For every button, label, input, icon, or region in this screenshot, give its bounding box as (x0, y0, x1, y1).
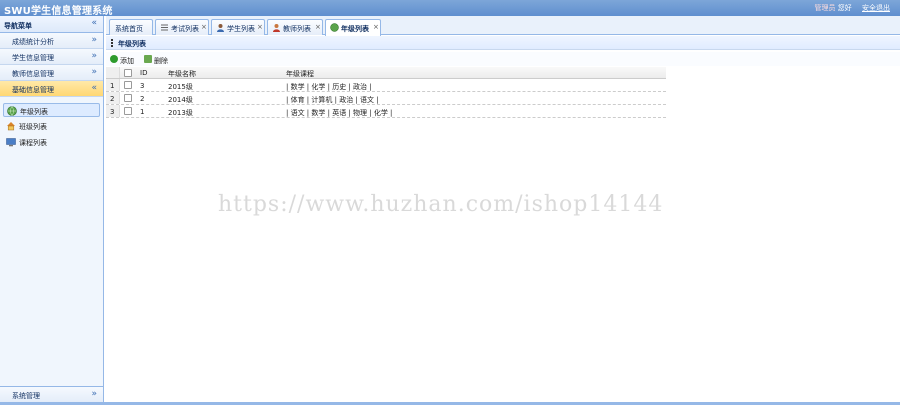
row-number-header (106, 67, 120, 78)
welcome-label: 您好 (837, 4, 852, 12)
tab-home[interactable]: 系统首页 (109, 19, 153, 35)
sidebar-item-label: 班级列表 (19, 123, 47, 131)
nav-panel-basic-info: 年级列表 班级列表 课程列表 (0, 97, 103, 149)
add-button[interactable]: 添加 (110, 54, 140, 65)
chevron-down-icon: » (91, 389, 97, 399)
column-header-name[interactable]: 年级名称 (168, 69, 196, 79)
tab-strip: 系统首页 考试列表 × 学生列表 × 教师列表 × 年级列表 × (106, 16, 900, 36)
row-checkbox[interactable] (124, 81, 132, 89)
row-number-text: 3 (110, 108, 115, 116)
watermark-text: https://www.huzhan.com/ishop14144 (218, 192, 664, 217)
top-header: SWU学生信息管理系统 管理员 您好 安全退出 (0, 0, 900, 17)
collapse-sidebar-icon[interactable]: « (91, 19, 97, 28)
nav-group-label: 基础信息管理 (12, 86, 54, 94)
tab-label: 教师列表 (283, 25, 311, 33)
row-number: 1 (106, 79, 120, 91)
logout-link[interactable]: 安全退出 (862, 4, 890, 12)
row-number-text: 1 (110, 82, 115, 90)
column-header-id[interactable]: ID (140, 69, 147, 77)
nav-group-label: 教师信息管理 (12, 70, 54, 78)
grid-toolbar: 添加 删除 (106, 52, 900, 66)
sidebar-item-label: 课程列表 (19, 139, 47, 147)
delete-button[interactable]: 删除 (144, 54, 174, 65)
admin-label: 管理员 (814, 4, 836, 12)
app-title: SWU学生信息管理系统 (4, 6, 113, 17)
user-area: 管理员 您好 安全退出 (815, 3, 890, 13)
tab-label: 学生列表 (227, 25, 255, 33)
house-icon (7, 122, 15, 131)
sidebar: 导航菜单 « 成绩统计分析 » 学生信息管理 » 教师信息管理 » 基础信息管理… (0, 16, 104, 402)
sidebar-header: 导航菜单 « (0, 16, 103, 33)
user-icon (217, 24, 224, 32)
cell-name: 2015级 (168, 83, 193, 91)
sidebar-item-course-list[interactable]: 课程列表 (3, 135, 100, 149)
tab-teacher-list[interactable]: 教师列表 × (267, 19, 323, 35)
cell-courses: | 语文 | 数学 | 英语 | 物理 | 化学 | (286, 109, 393, 117)
sidebar-item-class-list[interactable]: 班级列表 (3, 119, 100, 133)
chevron-down-icon: » (91, 35, 97, 45)
row-number-text: 2 (110, 95, 115, 103)
sidebar-title: 导航菜单 (4, 22, 32, 30)
list-icon (161, 24, 168, 31)
cell-id: 3 (140, 82, 145, 90)
globe-icon (330, 23, 339, 32)
panel-title: 年级列表 (118, 40, 146, 48)
table-row[interactable]: 2 2 2014级 | 体育 | 计算机 | 政治 | 语文 | (106, 92, 666, 105)
tab-label: 考试列表 (171, 25, 199, 33)
nav-group-teacher-info[interactable]: 教师信息管理 » (0, 65, 103, 81)
panel-header: 年级列表 (106, 36, 900, 50)
row-number: 2 (106, 92, 120, 104)
table-header-row: ID 年级名称 年级课程 (106, 67, 666, 79)
cell-courses: | 数学 | 化学 | 历史 | 政治 | (286, 83, 372, 91)
tab-label: 系统首页 (115, 25, 143, 33)
nav-group-label: 学生信息管理 (12, 54, 54, 62)
tab-label: 年级列表 (341, 25, 369, 33)
screen-icon (6, 138, 16, 147)
globe-icon (7, 106, 17, 116)
close-icon[interactable]: × (315, 23, 321, 31)
close-icon[interactable]: × (201, 23, 207, 31)
column-header-courses[interactable]: 年级课程 (286, 69, 314, 79)
grade-table: ID 年级名称 年级课程 1 3 2015级 | 数学 | 化学 | 历史 | … (106, 67, 666, 118)
sidebar-item-grade-list[interactable]: 年级列表 (3, 103, 100, 117)
row-number: 3 (106, 105, 120, 117)
nav-group-label: 成绩统计分析 (12, 38, 54, 46)
cell-name: 2013级 (168, 109, 193, 117)
nav-group-system-admin[interactable]: 系统管理 » (0, 386, 103, 402)
cell-id: 2 (140, 95, 145, 103)
cell-id: 1 (140, 108, 145, 116)
nav-group-score-stats[interactable]: 成绩统计分析 » (0, 33, 103, 49)
cell-name: 2014级 (168, 96, 193, 104)
plus-icon (110, 55, 118, 63)
table-row[interactable]: 3 1 2013级 | 语文 | 数学 | 英语 | 物理 | 化学 | (106, 105, 666, 118)
row-checkbox[interactable] (124, 107, 132, 115)
tab-student-list[interactable]: 学生列表 × (211, 19, 265, 35)
close-icon[interactable]: × (373, 23, 379, 31)
teacher-icon (273, 24, 280, 32)
chevron-down-icon: » (91, 51, 97, 61)
table-row[interactable]: 1 3 2015级 | 数学 | 化学 | 历史 | 政治 | (106, 79, 666, 92)
sidebar-item-label: 年级列表 (20, 108, 48, 116)
tab-grade-list[interactable]: 年级列表 × (325, 19, 381, 36)
select-all-checkbox[interactable] (124, 69, 132, 77)
delete-icon (144, 55, 152, 63)
tab-exam-list[interactable]: 考试列表 × (155, 19, 209, 35)
cell-courses: | 体育 | 计算机 | 政治 | 语文 | (286, 96, 379, 104)
nav-group-basic-info[interactable]: 基础信息管理 « (0, 81, 103, 97)
row-checkbox[interactable] (124, 94, 132, 102)
chevron-down-icon: » (91, 67, 97, 77)
drag-handle-icon (111, 39, 113, 47)
nav-group-student-info[interactable]: 学生信息管理 » (0, 49, 103, 65)
close-icon[interactable]: × (257, 23, 263, 31)
nav-group-label: 系统管理 (12, 392, 40, 400)
delete-button-label: 删除 (154, 57, 168, 65)
add-button-label: 添加 (120, 57, 134, 65)
chevron-up-icon: « (91, 83, 97, 93)
